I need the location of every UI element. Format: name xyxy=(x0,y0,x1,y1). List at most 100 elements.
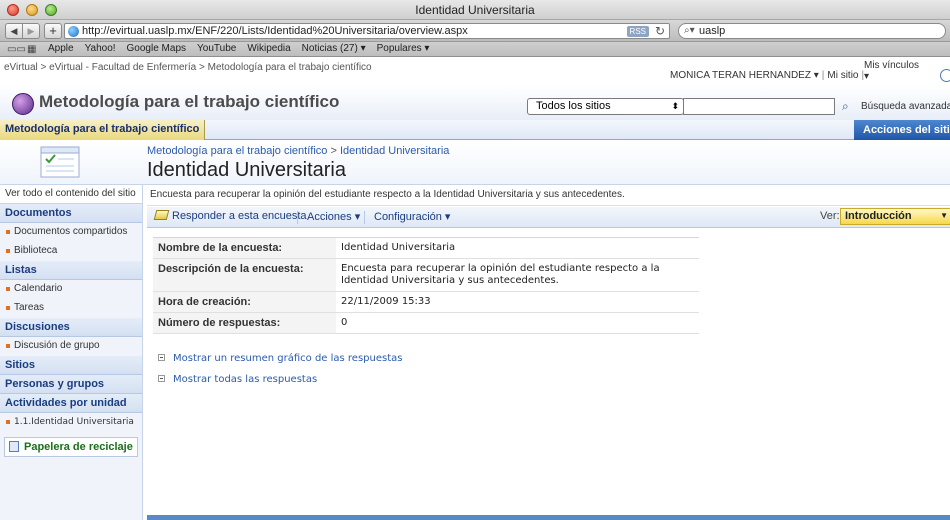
crumb-separator: > xyxy=(327,145,340,157)
user-area: MONICA TERAN HERNANDEZ ▾ | Mi sitio | xyxy=(670,70,865,81)
crumb-current[interactable]: Identidad Universitaria xyxy=(340,145,449,157)
view-all-content-link[interactable]: Ver todo el contenido del sitio xyxy=(0,185,142,204)
nav-item-library[interactable]: Biblioteca xyxy=(0,242,142,261)
search-icon: ⌕▾ xyxy=(684,25,695,36)
site-logo-icon xyxy=(12,93,34,115)
search-go-icon[interactable]: ⌕ xyxy=(842,99,849,114)
show-graphic-summary-link[interactable]: Mostrar un resumen gráfico de las respue… xyxy=(158,353,402,364)
survey-toolbar: Responder a esta encuesta Acciones ▾ Con… xyxy=(147,207,950,228)
globe-icon xyxy=(68,26,79,37)
nav-head-sites[interactable]: Sitios xyxy=(0,356,142,375)
toolbar-separator xyxy=(364,211,365,224)
bookmark-item[interactable]: Wikipedia xyxy=(247,43,290,54)
search-scope-select[interactable]: Todos los sitios ⬍ xyxy=(527,98,684,115)
forward-button[interactable]: ▶ xyxy=(22,23,40,39)
view-select[interactable]: Introducción ▼ xyxy=(840,208,950,225)
property-value: Identidad Universitaria xyxy=(336,237,699,259)
actions-menu[interactable]: Acciones ▾ xyxy=(307,210,360,223)
dropdown-arrow-icon: ▼ xyxy=(940,211,948,220)
site-banner: Metodología para el trabajo científico T… xyxy=(0,86,950,120)
view-label: Ver: xyxy=(820,210,840,222)
site-title[interactable]: Metodología para el trabajo científico xyxy=(39,92,339,112)
browser-search-field[interactable]: ⌕▾ uaslp xyxy=(678,23,946,39)
table-row: Descripción de la encuesta: Encuesta par… xyxy=(153,258,699,292)
reload-icon[interactable]: ↻ xyxy=(655,24,665,38)
quick-launch: Ver todo el contenido del sitio Document… xyxy=(0,185,143,520)
my-links-menu[interactable]: Mis vínculos ▾ xyxy=(864,60,919,82)
table-row: Hora de creación: 22/11/2009 15:33 xyxy=(153,291,699,313)
nav-head-documents[interactable]: Documentos xyxy=(0,204,142,223)
advanced-search-link[interactable]: Búsqueda avanzada xyxy=(861,101,950,112)
respond-icon xyxy=(153,210,170,220)
survey-description: Encuesta para recuperar la opinión del e… xyxy=(147,186,950,206)
respond-survey-button[interactable]: Responder a esta encuesta xyxy=(153,210,307,222)
page-footer-bar xyxy=(147,515,950,520)
crumb-parent-link[interactable]: Metodología para el trabajo científico xyxy=(147,145,327,157)
show-graphic-label: Mostrar un resumen gráfico de las respue… xyxy=(173,353,403,364)
url-text[interactable]: http://evirtual.uaslp.mx/ENF/220/Lists/I… xyxy=(82,25,468,37)
global-breadcrumb[interactable]: eVirtual > eVirtual - Facultad de Enferm… xyxy=(4,62,372,73)
property-label: Número de respuestas: xyxy=(153,312,336,334)
nav-head-people-groups[interactable]: Personas y grupos xyxy=(0,375,142,394)
page-title: Identidad Universitaria xyxy=(147,159,346,181)
bookmark-list: Apple Yahoo! Google Maps YouTube Wikipedia No… xyxy=(48,43,429,54)
back-button[interactable]: ◀ xyxy=(5,23,23,39)
bookmark-item[interactable]: Noticias (27) ▾ xyxy=(302,43,366,54)
bookmark-item[interactable]: Populares ▾ xyxy=(377,43,430,54)
expand-icon xyxy=(158,354,165,361)
bookmark-item[interactable]: Yahoo! xyxy=(85,43,116,54)
window-title: Identidad Universitaria xyxy=(415,3,535,17)
nav-item-group-discussion[interactable]: Discusión de grupo xyxy=(0,337,142,356)
bookmark-item[interactable]: YouTube xyxy=(197,43,236,54)
browser-toolbar: ◀ ▶ + http://evirtual.uaslp.mx/ENF/220/L… xyxy=(0,20,950,42)
nav-head-activities[interactable]: Actividades por unidad xyxy=(0,394,142,413)
table-row: Número de respuestas: 0 xyxy=(153,312,699,334)
survey-properties-table: Nombre de la encuesta: Identidad Univers… xyxy=(153,237,699,334)
nav-head-lists[interactable]: Listas xyxy=(0,261,142,280)
book-icon[interactable]: ▭▭ xyxy=(7,44,26,55)
grid-icon[interactable]: ▦ xyxy=(27,44,36,55)
my-site-link[interactable]: Mi sitio xyxy=(827,70,858,81)
address-bar[interactable]: http://evirtual.uaslp.mx/ENF/220/Lists/I… xyxy=(64,23,670,39)
property-label: Hora de creación: xyxy=(153,291,336,313)
expand-icon xyxy=(158,375,165,382)
rss-button[interactable]: RSS xyxy=(626,26,649,37)
recycle-bin-link[interactable]: Papelera de reciclaje xyxy=(4,437,138,457)
tab-site-home[interactable]: Metodología para el trabajo científico xyxy=(0,120,206,140)
window-titlebar: Identidad Universitaria xyxy=(0,0,950,20)
toolbar-separator xyxy=(297,211,298,224)
browser-search-value[interactable]: uaslp xyxy=(699,25,725,37)
show-all-label: Mostrar todas las respuestas xyxy=(173,374,318,385)
nav-item-calendar[interactable]: Calendario xyxy=(0,280,142,299)
top-navigation: Metodología para el trabajo científico A… xyxy=(0,120,950,140)
updown-arrow-icon: ⬍ xyxy=(671,101,679,111)
bookmark-item[interactable]: Apple xyxy=(48,43,74,54)
site-search-input[interactable] xyxy=(683,98,835,115)
settings-menu[interactable]: Configuración ▾ xyxy=(374,210,450,223)
property-value: 22/11/2009 15:33 xyxy=(336,291,699,313)
table-row: Nombre de la encuesta: Identidad Univers… xyxy=(153,237,699,259)
property-value: Encuesta para recuperar la opinión del e… xyxy=(336,258,699,292)
page-title-area: Metodología para el trabajo científico >… xyxy=(0,140,950,185)
property-label: Nombre de la encuesta: xyxy=(153,237,336,259)
help-icon[interactable] xyxy=(940,69,950,82)
add-bookmark-button[interactable]: + xyxy=(44,23,62,39)
bookmarks-bar: ▭▭ ▦ Apple Yahoo! Google Maps YouTube Wikipe… xyxy=(0,42,950,57)
site-actions-menu[interactable]: Acciones del sitio ▾ xyxy=(854,120,950,140)
recycle-bin-label: Papelera de reciclaje xyxy=(24,441,133,453)
show-all-responses-link[interactable]: Mostrar todas las respuestas xyxy=(158,374,317,385)
bookmark-item[interactable]: Google Maps xyxy=(127,43,186,54)
respond-label: Responder a esta encuesta xyxy=(172,210,307,222)
nav-item-tasks[interactable]: Tareas xyxy=(0,299,142,318)
search-scope-value: Todos los sitios xyxy=(536,100,611,112)
nav-item-shared-documents[interactable]: Documentos compartidos xyxy=(0,223,142,242)
property-value: 0 xyxy=(336,312,699,334)
view-value: Introducción xyxy=(845,210,912,222)
user-menu[interactable]: MONICA TERAN HERNANDEZ ▾ xyxy=(670,70,819,81)
property-label: Descripción de la encuesta: xyxy=(153,258,336,292)
nav-item-identidad[interactable]: 1.1.Identidad Universitaria xyxy=(0,413,142,432)
nav-head-discussions[interactable]: Discusiones xyxy=(0,318,142,337)
my-links-label[interactable]: Mis vínculos xyxy=(864,60,919,71)
survey-list-icon xyxy=(40,146,80,178)
recycle-bin-icon xyxy=(9,441,19,452)
